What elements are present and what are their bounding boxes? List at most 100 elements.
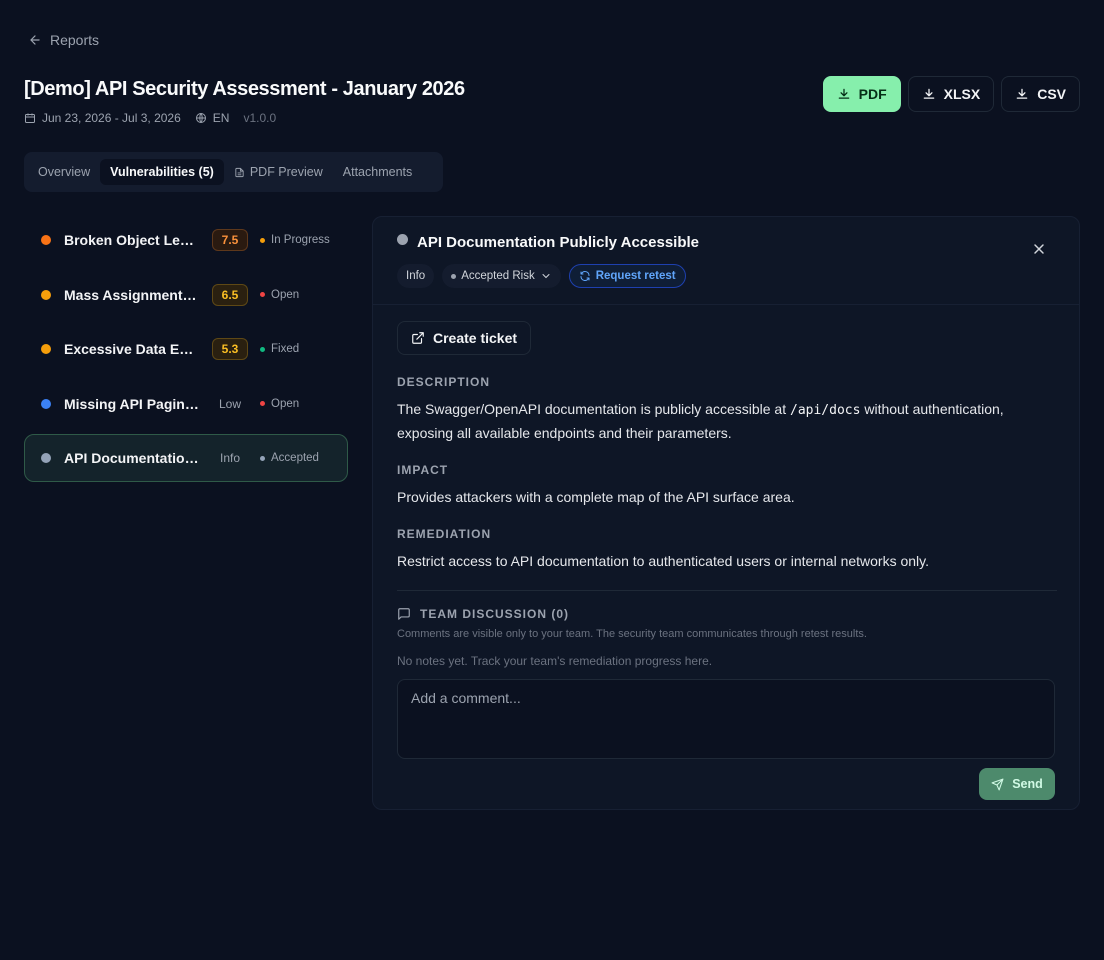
score-badge: 6.5: [212, 283, 248, 306]
create-ticket-label: Create ticket: [433, 330, 518, 346]
status-indicator: Open: [260, 398, 299, 410]
report-title: [Demo] API Security Assessment - January…: [24, 78, 465, 100]
team-discussion-title: TEAM DISCUSSION (0): [420, 607, 570, 621]
description-text: The Swagger/OpenAPI documentation is pub…: [397, 398, 1057, 445]
tab-pdf-preview-label: PDF Preview: [249, 165, 323, 179]
tab-overview-label: Overview: [38, 165, 91, 179]
export-xlsx-button[interactable]: XLSX: [907, 76, 995, 112]
description-code: /api/docs: [790, 403, 861, 418]
vulnerability-list: Broken Object Level Authorization 7.5 In…: [24, 216, 348, 489]
send-row: Send: [397, 768, 1057, 800]
send-button[interactable]: Send: [979, 768, 1055, 800]
status-indicator: Accepted: [260, 452, 319, 464]
tab-vulnerabilities[interactable]: Vulnerabilities (5): [100, 159, 224, 185]
export-pdf-label: PDF: [858, 86, 887, 102]
request-retest-button[interactable]: Request retest: [568, 264, 686, 288]
score-badge: Low: [218, 396, 241, 411]
description-heading: DESCRIPTION: [397, 375, 491, 389]
remediation-heading: REMEDIATION: [397, 527, 492, 541]
severity-dot: [41, 289, 51, 300]
status-label: Accepted: [271, 452, 319, 464]
status-dot: [260, 455, 265, 461]
status-indicator: Fixed: [260, 343, 299, 355]
status-indicator: Open: [260, 289, 299, 301]
tab-pdf-preview[interactable]: PDF Preview: [224, 159, 333, 185]
comment-input[interactable]: Add a comment...: [397, 679, 1055, 759]
impact-text: Provides attackers with a complete map o…: [397, 489, 795, 505]
severity-dot: [41, 453, 51, 463]
back-link-label: Reports: [50, 32, 100, 48]
status-label: Open: [271, 288, 300, 301]
version-text: v1.0.0: [243, 111, 277, 125]
status-indicator: In Progress: [260, 234, 330, 246]
team-discussion-empty: No notes yet. Track your team's remediat…: [397, 654, 713, 668]
divider: [397, 590, 1057, 591]
severity-chip: Info: [397, 264, 435, 288]
score-badge: Info: [219, 451, 240, 465]
status-dot: [260, 346, 265, 352]
status-label: In Progress: [271, 234, 330, 246]
chevron-down-icon: [542, 274, 550, 279]
vulnerability-detail-panel: API Documentation Publicly Accessible In…: [372, 216, 1080, 810]
vulnerability-item[interactable]: API Documentation Publicly Accessible In…: [24, 434, 348, 482]
vulnerability-item[interactable]: Broken Object Level Authorization 7.5 In…: [24, 216, 348, 264]
vulnerability-item[interactable]: Mass Assignment Vulnerability 6.5 Open: [24, 271, 348, 319]
vulnerability-name: API Documentation Publicly Accessible: [64, 450, 200, 466]
vulnerability-item[interactable]: Excessive Data Exposure 5.3 Fixed: [24, 325, 348, 373]
status-label: Fixed: [271, 343, 300, 355]
send-label: Send: [1012, 777, 1043, 791]
vulnerability-item[interactable]: Missing API Pagination Low Open: [24, 380, 348, 428]
status-dot: [260, 237, 265, 243]
vulnerability-name: Excessive Data Exposure: [64, 341, 200, 357]
status-dot: [260, 401, 265, 406]
remediation-text: Restrict access to API documentation to …: [397, 553, 930, 569]
globe-icon: [195, 113, 206, 123]
status-dot: [260, 292, 265, 297]
detail-title: API Documentation Publicly Accessible: [417, 234, 700, 251]
severity-dot: [41, 344, 51, 354]
report-tabs: Overview Vulnerabilities (5) PDF Preview…: [24, 152, 443, 192]
tab-overview[interactable]: Overview: [28, 159, 100, 185]
calendar-icon: [25, 113, 35, 123]
date-range-text: Jun 23, 2026 - Jul 3, 2026: [42, 111, 181, 125]
request-retest-label: Request retest: [595, 270, 676, 282]
message-square-icon: [398, 608, 410, 620]
external-link-icon: [412, 332, 424, 344]
vulnerability-name: Broken Object Level Authorization: [64, 232, 200, 248]
detail-body: Create ticket DESCRIPTION The Swagger/Op…: [397, 321, 1057, 800]
vulnerability-name: Mass Assignment Vulnerability: [64, 286, 200, 303]
report-meta: Jun 23, 2026 - Jul 3, 2026 EN v1.0.0: [24, 111, 276, 125]
vulnerability-name: Missing API Pagination: [64, 395, 200, 412]
file-text-icon: [235, 167, 244, 177]
detail-chips: Info Accepted Risk Request retest: [397, 264, 686, 288]
score-badge: 7.5: [212, 229, 248, 251]
score-badge: 5.3: [212, 338, 248, 360]
status-dot: [451, 273, 457, 279]
detail-header: API Documentation Publicly Accessible In…: [373, 217, 1079, 305]
severity-dot: [41, 235, 51, 245]
severity-dot: [41, 398, 51, 409]
export-pdf-button[interactable]: PDF: [822, 76, 901, 112]
impact-heading: IMPACT: [397, 463, 449, 477]
tab-attachments[interactable]: Attachments: [333, 159, 422, 185]
date-range: Jun 23, 2026 - Jul 3, 2026: [24, 111, 181, 125]
status-dropdown-label: Accepted Risk: [461, 270, 535, 282]
team-discussion-subtitle: Comments are visible only to your team. …: [397, 628, 867, 640]
back-to-reports-link[interactable]: Reports: [28, 32, 99, 48]
refresh-icon: [580, 271, 590, 281]
export-xlsx-label: XLSX: [943, 86, 981, 102]
language: EN: [195, 111, 230, 125]
close-icon[interactable]: [1031, 241, 1047, 257]
team-discussion-heading: TEAM DISCUSSION (0): [397, 607, 1057, 621]
tab-vulnerabilities-label: Vulnerabilities (5): [110, 165, 214, 179]
download-icon: [923, 88, 934, 99]
severity-dot: [397, 234, 408, 245]
language-text: EN: [212, 111, 230, 125]
status-label: Open: [271, 397, 300, 410]
detail-title-row: API Documentation Publicly Accessible: [397, 234, 699, 251]
tab-attachments-label: Attachments: [342, 165, 413, 179]
arrow-left-icon: [30, 35, 40, 45]
export-csv-button[interactable]: CSV: [1001, 76, 1080, 112]
status-dropdown[interactable]: Accepted Risk: [442, 264, 561, 288]
create-ticket-button[interactable]: Create ticket: [397, 321, 532, 355]
